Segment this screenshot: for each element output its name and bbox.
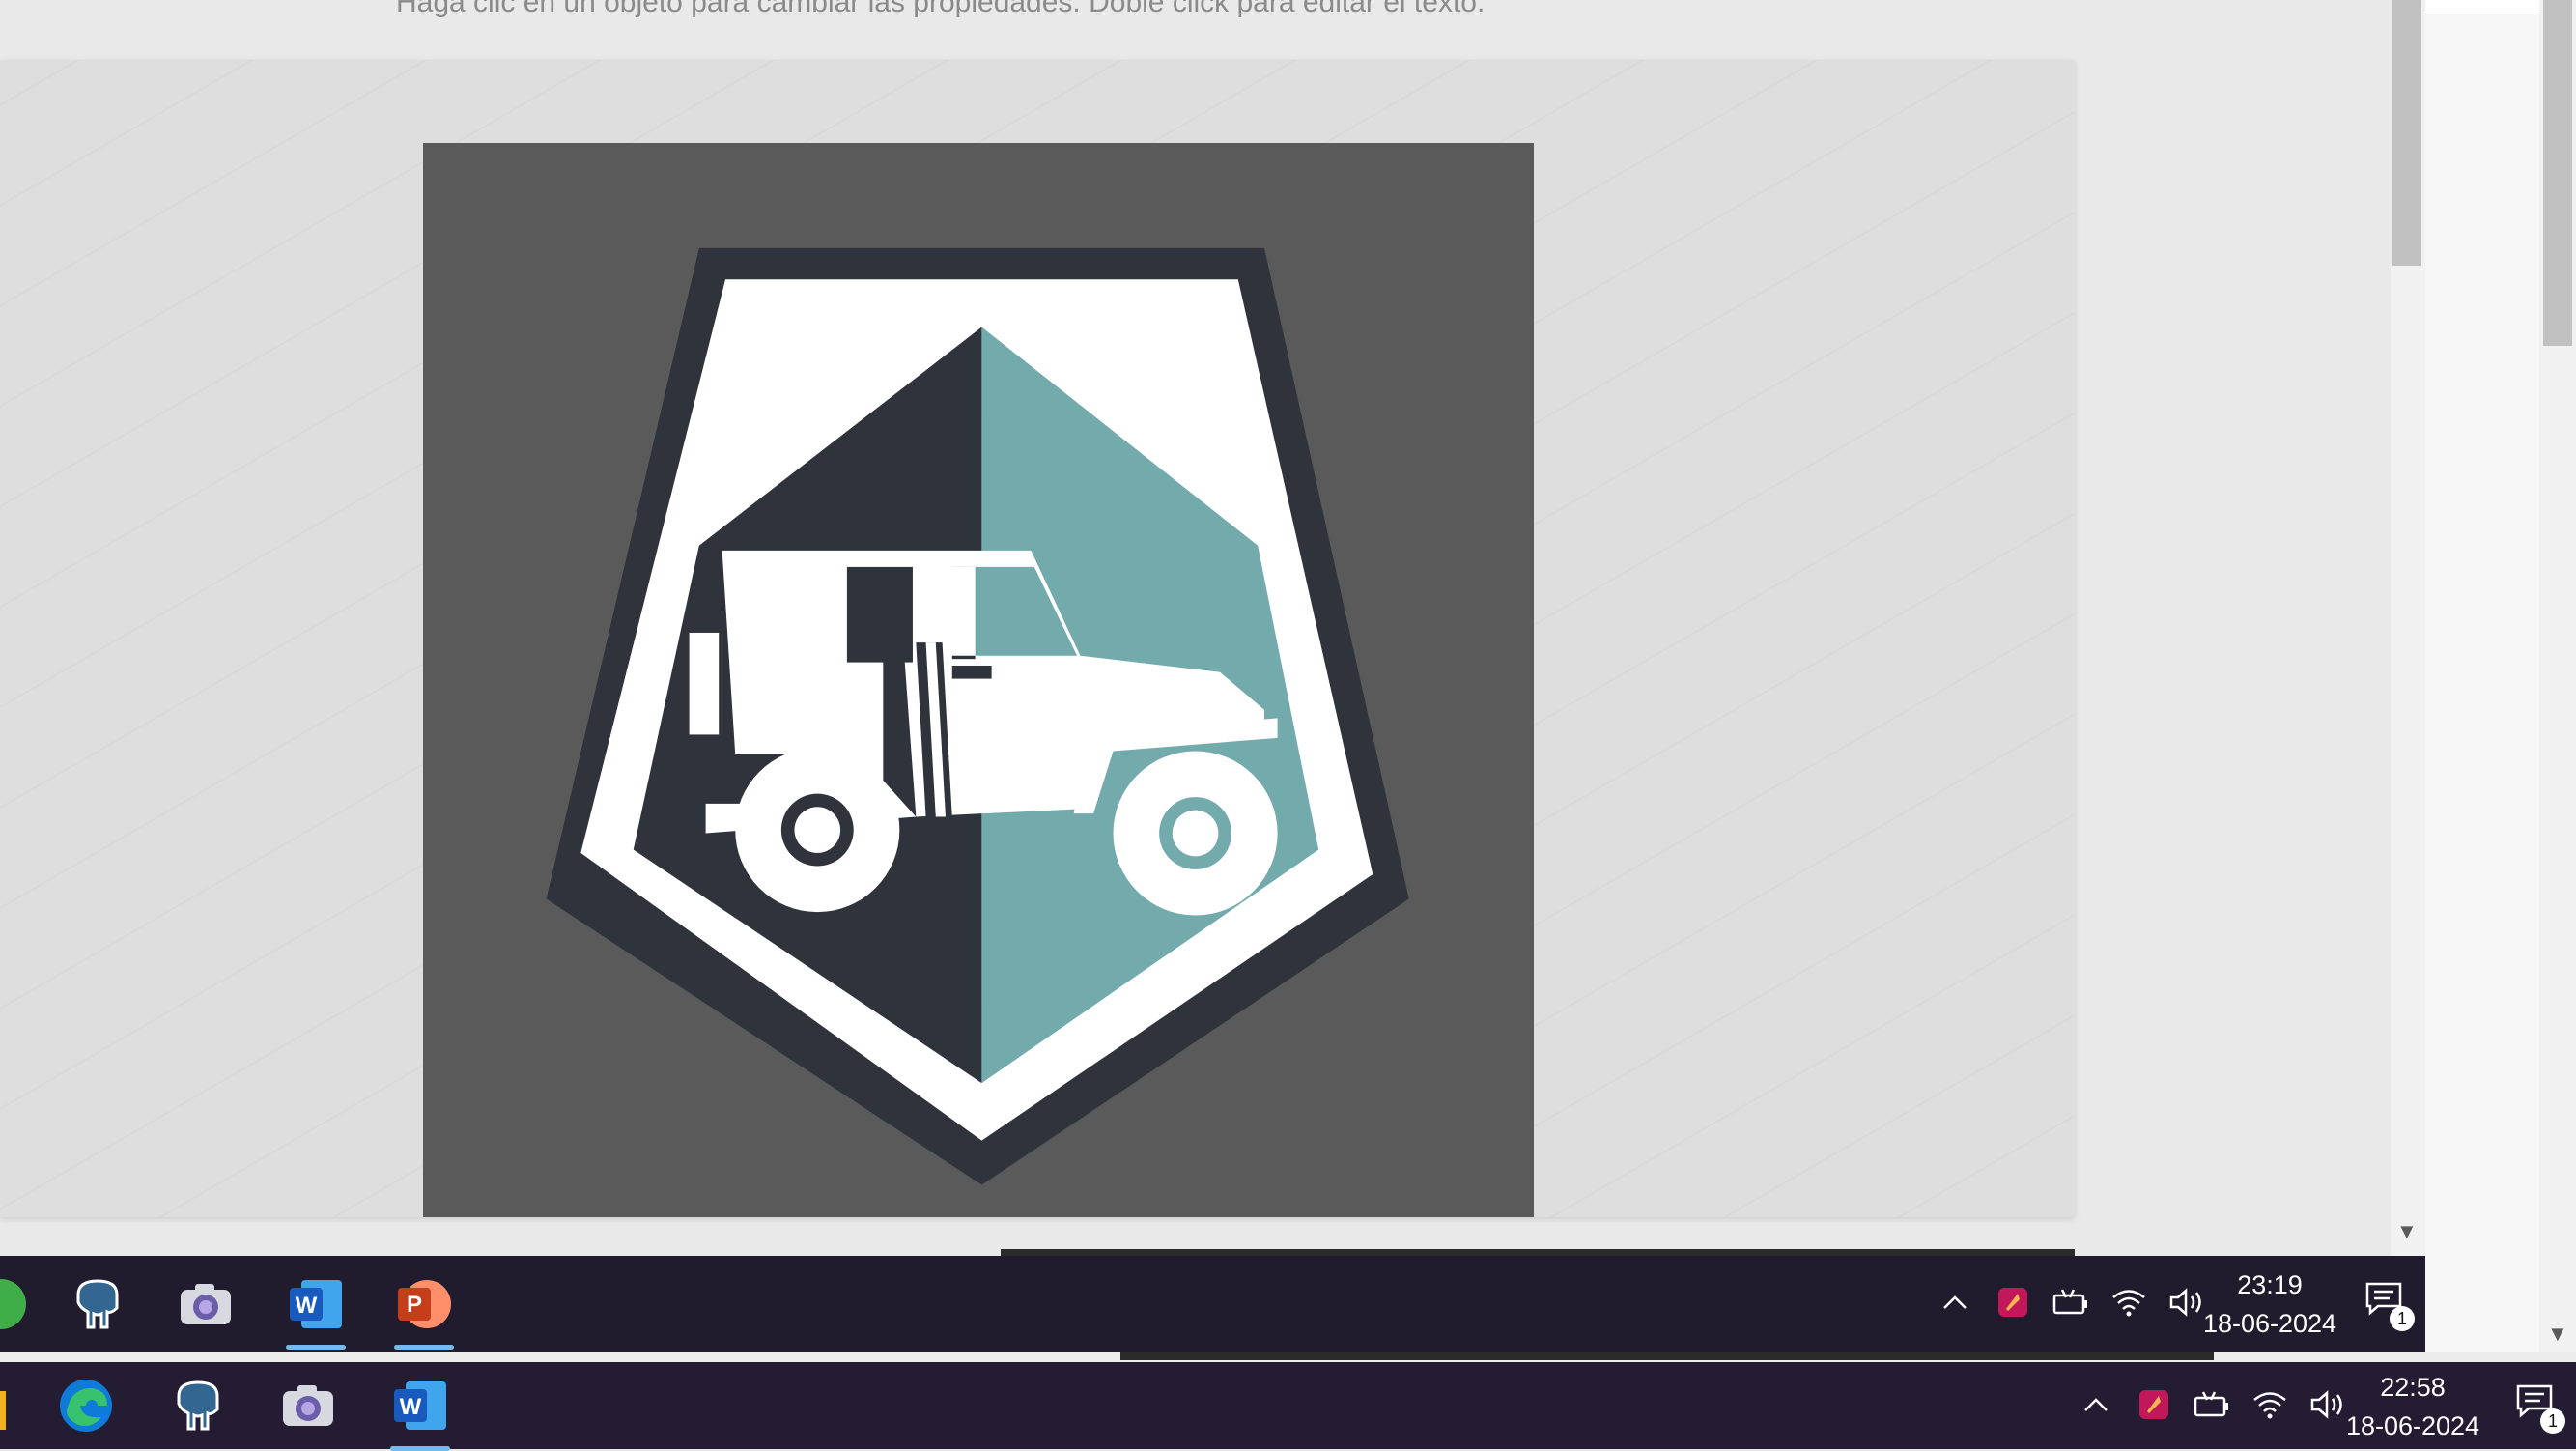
document-canvas[interactable] (0, 60, 2075, 1217)
right-pane (2425, 0, 2539, 1449)
inner-scroll-thumb[interactable] (2392, 0, 2421, 266)
outer-document-edge (1120, 1352, 2214, 1360)
security-app-icon[interactable] (2135, 1385, 2173, 1424)
chevron-up-icon[interactable] (2077, 1385, 2115, 1424)
notification-badge: 1 (2540, 1408, 2565, 1434)
wifi-icon[interactable] (2109, 1283, 2148, 1322)
inner-taskbar: W P 23:19 18-06-2024 1 (0, 1256, 2425, 1352)
outer-scroll-thumb[interactable] (2543, 0, 2572, 346)
scroll-down-arrow-icon[interactable]: ▼ (2396, 1219, 2418, 1244)
word-icon[interactable]: W (280, 1268, 352, 1350)
editor-hint-text: Haga clic en un objeto para cambiar las … (396, 0, 1486, 18)
scroll-down-arrow-icon[interactable]: ▼ (2547, 1322, 2568, 1347)
app-edge-indicator (0, 1391, 6, 1430)
chevron-up-icon[interactable] (1936, 1283, 1974, 1322)
svg-text:W: W (400, 1394, 422, 1420)
pgadmin-elephant-icon[interactable] (62, 1268, 133, 1340)
active-indicator (286, 1345, 346, 1350)
browser-icon[interactable] (0, 1268, 37, 1340)
logo-image[interactable] (423, 143, 1534, 1217)
notification-center-icon[interactable]: 1 (2515, 1383, 2565, 1434)
svg-text:P: P (407, 1292, 422, 1318)
active-indicator (394, 1345, 454, 1350)
system-clock[interactable]: 23:19 18-06-2024 (2193, 1266, 2347, 1343)
clock-time: 23:19 (2237, 1270, 2303, 1299)
battery-plug-icon[interactable] (2052, 1283, 2090, 1322)
clock-time: 22:58 (2380, 1373, 2446, 1402)
svg-text:W: W (296, 1293, 318, 1319)
clock-date: 18-06-2024 (2345, 1411, 2480, 1440)
system-tray (1926, 1283, 2216, 1322)
notification-center-icon[interactable]: 1 (2364, 1281, 2415, 1331)
system-tray (2067, 1385, 2357, 1424)
wifi-icon[interactable] (2250, 1385, 2289, 1424)
outer-taskbar: W 22:58 18-06-2024 1 (0, 1362, 2576, 1451)
right-pane-topbar (2425, 0, 2539, 14)
clock-date: 18-06-2024 (2202, 1309, 2337, 1338)
jeep-shield-logo (423, 143, 1534, 1217)
inner-vertical-scrollbar[interactable]: ▼ (2391, 0, 2425, 1256)
powerpoint-icon[interactable]: P (388, 1268, 460, 1350)
notification-badge: 1 (2390, 1306, 2415, 1331)
system-clock[interactable]: 22:58 18-06-2024 (2335, 1368, 2490, 1445)
battery-plug-icon[interactable] (2193, 1385, 2231, 1424)
camera-icon[interactable] (272, 1370, 344, 1441)
outer-vertical-scrollbar[interactable]: ▼ (2539, 0, 2576, 1362)
pgadmin-elephant-icon[interactable] (162, 1370, 234, 1441)
security-app-icon[interactable] (1994, 1283, 2032, 1322)
edge-icon[interactable] (50, 1370, 122, 1441)
camera-icon[interactable] (170, 1268, 241, 1340)
word-icon[interactable]: W (384, 1370, 456, 1451)
